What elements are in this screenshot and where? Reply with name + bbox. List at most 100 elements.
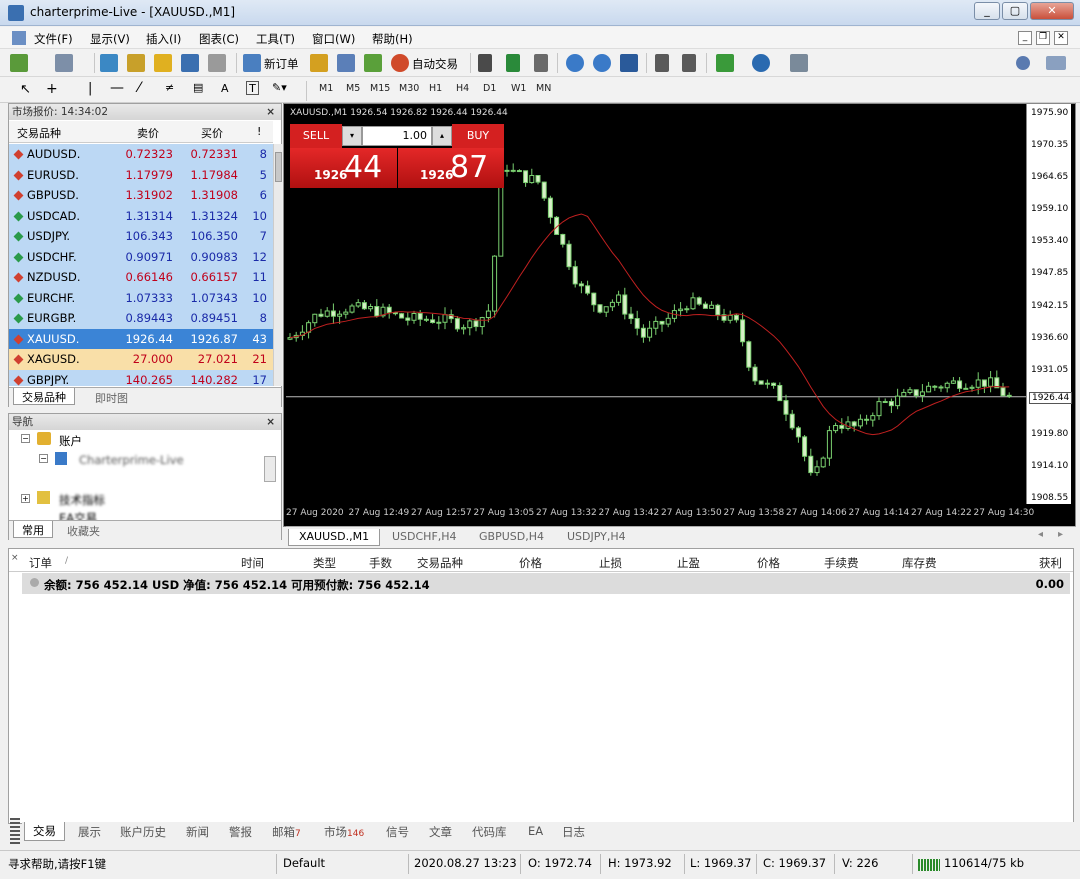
close-icon[interactable]: × <box>266 414 275 430</box>
scroll-left-icon[interactable]: ◂ <box>1038 529 1043 540</box>
col-price[interactable]: 价格 <box>519 555 542 571</box>
tf-m1[interactable]: M1 <box>319 83 333 94</box>
col-swap[interactable]: 库存费 <box>902 555 937 571</box>
col-commission[interactable]: 手续费 <box>824 555 859 571</box>
horizontal-line-icon[interactable]: — <box>110 80 124 96</box>
tab-signals[interactable]: 信号 <box>386 824 409 840</box>
crosshair-icon[interactable]: + <box>46 81 58 97</box>
tab-journal[interactable]: 日志 <box>562 824 585 840</box>
time-scale[interactable]: 27 Aug 2020 27 Aug 12:49 27 Aug 12:57 27 Au… <box>286 504 1034 526</box>
tf-mn[interactable]: MN <box>536 83 551 94</box>
lot-increase-icon[interactable]: ▴ <box>432 126 452 146</box>
market-watch-scrollbar[interactable] <box>273 144 282 386</box>
lot-decrease-icon[interactable]: ▾ <box>342 126 362 146</box>
col-time[interactable]: 时间 <box>241 555 264 571</box>
maximize-button[interactable]: ▢ <box>1002 2 1028 20</box>
col-bid[interactable]: 卖价 <box>137 125 159 141</box>
col-symbol[interactable]: 交易品种 <box>17 125 61 141</box>
candlestick-icon[interactable] <box>506 54 520 72</box>
market-row-usdcad[interactable]: USDCAD. 1.31314 1.31324 10 <box>9 205 273 226</box>
scroll-right-icon[interactable]: ▸ <box>1058 529 1063 540</box>
text-label-icon[interactable]: T <box>246 81 259 95</box>
signals-icon[interactable] <box>337 54 355 72</box>
indicators-icon[interactable] <box>716 54 734 72</box>
bar-chart-icon[interactable] <box>478 54 492 72</box>
collapse-icon[interactable]: − <box>39 454 48 463</box>
navigator-icon[interactable] <box>154 54 172 72</box>
zoom-out-icon[interactable] <box>593 54 611 72</box>
mdi-minimize-icon[interactable]: _ <box>1018 31 1032 45</box>
status-profile[interactable]: Default <box>283 856 325 870</box>
col-ask[interactable]: 买价 <box>201 125 223 141</box>
text-icon[interactable]: A <box>221 82 229 95</box>
profiles-icon[interactable] <box>55 54 73 72</box>
market-row-xauusd[interactable]: XAUUSD. 1926.44 1926.87 43 <box>9 328 273 349</box>
tf-h1[interactable]: H1 <box>429 83 442 94</box>
market-row-usdchf[interactable]: USDCHF. 0.90971 0.90983 12 <box>9 246 273 267</box>
sell-button[interactable]: SELL <box>290 124 342 148</box>
data-window-icon[interactable] <box>127 54 145 72</box>
metaeditor-icon[interactable] <box>310 54 328 72</box>
market-row-gbpusd[interactable]: GBPUSD. 1.31902 1.31908 6 <box>9 185 273 206</box>
col-symbol[interactable]: 交易品种 <box>417 555 463 571</box>
col-profit[interactable]: 获利 <box>1039 555 1062 571</box>
tab-mailbox[interactable]: 邮箱7 <box>272 824 301 840</box>
menu-file[interactable]: 文件(F) <box>34 31 73 47</box>
expand-icon[interactable]: + <box>21 494 30 503</box>
cursor-icon[interactable]: ↖ <box>20 82 31 97</box>
tab-articles[interactable]: 文章 <box>429 824 452 840</box>
market-watch-icon[interactable] <box>100 54 118 72</box>
terminal-icon[interactable] <box>181 54 199 72</box>
tab-favorites[interactable]: 收藏夹 <box>59 522 108 539</box>
market-row-nzdusd[interactable]: NZDUSD. 0.66146 0.66157 11 <box>9 267 273 288</box>
close-icon[interactable]: × <box>266 104 275 120</box>
menu-charts[interactable]: 图表(C) <box>199 31 239 47</box>
chart-tab-usdjpy[interactable]: USDJPY,H4 <box>557 529 636 546</box>
menu-view[interactable]: 显示(V) <box>90 31 130 47</box>
tile-windows-icon[interactable] <box>620 54 638 72</box>
menu-help[interactable]: 帮助(H) <box>372 31 413 47</box>
market-row-usdjpy[interactable]: USDJPY. 106.343 106.350 7 <box>9 226 273 247</box>
trendline-icon[interactable]: ⁄ <box>138 80 140 96</box>
col-sl[interactable]: 止损 <box>599 555 622 571</box>
close-icon[interactable]: × <box>11 553 19 563</box>
candlestick-chart[interactable] <box>286 104 1026 504</box>
tab-trade[interactable]: 交易 <box>24 822 65 841</box>
tf-m15[interactable]: M15 <box>370 83 390 94</box>
col-tp[interactable]: 止盈 <box>677 555 700 571</box>
fibonacci-icon[interactable]: ▤ <box>193 81 203 94</box>
zoom-in-icon[interactable] <box>566 54 584 72</box>
buy-price-box[interactable]: 1926 87 <box>398 148 504 188</box>
market-row-xagusd[interactable]: XAGUSD. 27.000 27.021 21 <box>9 349 273 370</box>
nav-accounts[interactable]: 账户 <box>59 433 82 449</box>
chart-tab-xauusd[interactable]: XAUUSD.,M1 <box>288 529 381 546</box>
navigator-scrollbar[interactable] <box>264 456 276 482</box>
mdi-restore-icon[interactable]: ❐ <box>1036 31 1050 45</box>
minimize-button[interactable]: _ <box>974 2 1000 20</box>
templates-icon[interactable] <box>790 54 808 72</box>
chat-icon[interactable] <box>1046 56 1066 70</box>
market-row-gbpjpy[interactable]: GBPJPY. 140.265 140.282 17 <box>9 369 273 386</box>
tf-m30[interactable]: M30 <box>399 83 419 94</box>
market-row-eurusd[interactable]: EURUSD. 1.17979 1.17984 5 <box>9 164 273 185</box>
price-scale[interactable]: 1975.90 1970.35 1964.65 1959.10 1953.40 1947.… <box>1026 104 1073 504</box>
tab-history[interactable]: 账户历史 <box>120 824 166 840</box>
chart-area[interactable]: XAUUSD.,M1 1926.54 1926.82 1926.44 1926.… <box>286 104 1026 504</box>
tab-common[interactable]: 常用 <box>13 521 53 538</box>
tab-codebase[interactable]: 代码库 <box>472 824 507 840</box>
autotrading-icon[interactable] <box>391 54 409 72</box>
new-order-button[interactable]: 新订单 <box>264 56 299 72</box>
chart-tab-usdchf[interactable]: USDCHF,H4 <box>382 529 467 546</box>
periods-icon[interactable] <box>752 54 770 72</box>
vps-icon[interactable] <box>364 54 382 72</box>
close-button[interactable]: ✕ <box>1030 2 1074 20</box>
new-order-icon[interactable] <box>243 54 261 72</box>
col-lots[interactable]: 手数 <box>369 555 392 571</box>
autotrading-button[interactable]: 自动交易 <box>412 56 458 72</box>
line-chart-icon[interactable] <box>534 54 548 72</box>
tab-alerts[interactable]: 警报 <box>229 824 252 840</box>
tab-symbols[interactable]: 交易品种 <box>13 388 75 405</box>
tf-w1[interactable]: W1 <box>511 83 526 94</box>
sell-price-box[interactable]: 1926 44 <box>290 148 397 188</box>
col-order[interactable]: 订单 <box>29 555 52 571</box>
